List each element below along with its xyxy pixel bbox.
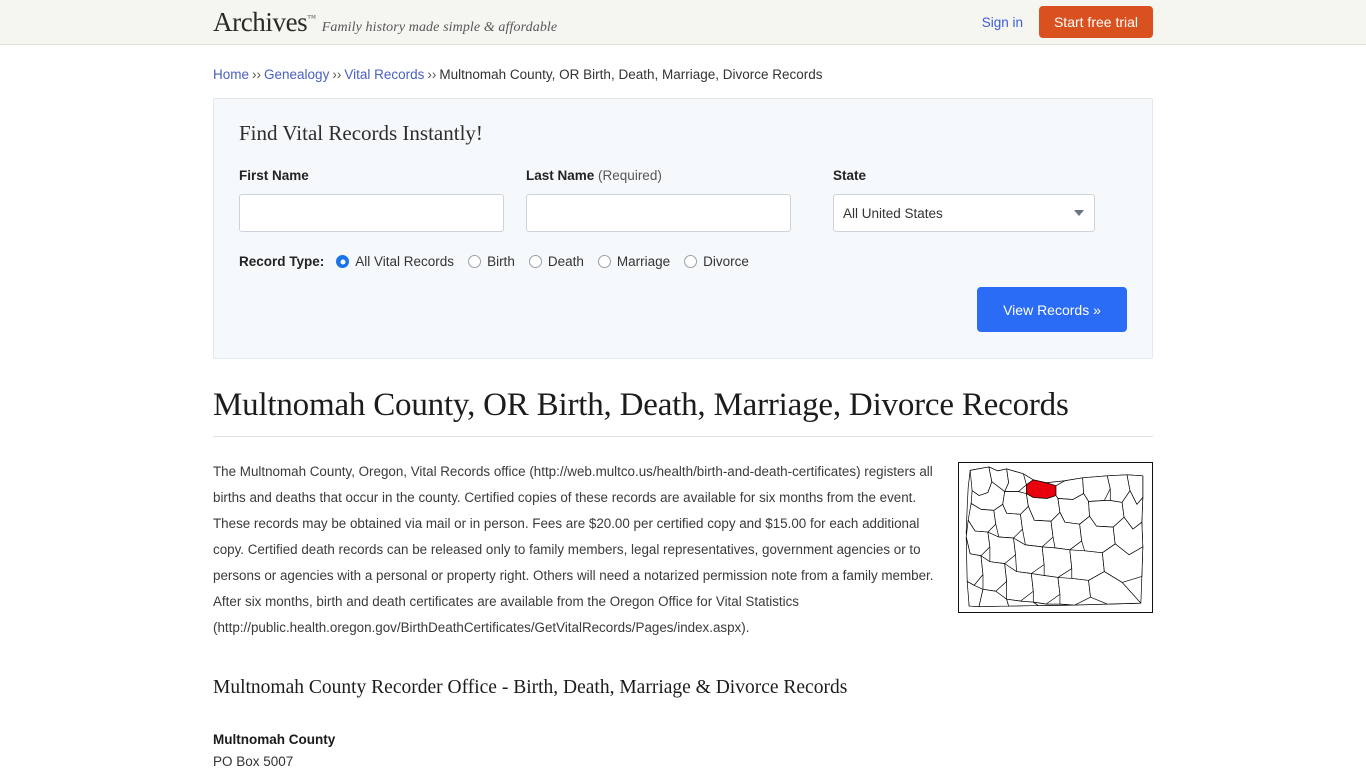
radio-label-all-vital-records: All Vital Records [355,254,455,269]
breadcrumb-separator: ›› [332,67,342,82]
page-container: Home ›› Genealogy ›› Vital Records ›› Multnoma… [213,45,1153,768]
state-select-wrapper: All United States [833,194,1095,232]
radio-icon-unchecked[interactable] [528,255,542,268]
state-field-group: State All United States [833,168,1095,232]
intro-section: The Multnomah County, Oregon, Vital Reco… [213,459,1153,641]
page-title: Multnomah County, OR Birth, Death, Marri… [213,387,1153,437]
last-name-field-group: Last Name (Required) [526,168,791,232]
site-header: Archives™ Family history made simple & a… [0,0,1366,45]
view-records-button[interactable]: View Records » [977,287,1127,332]
radio-label-death: Death [547,254,584,269]
last-name-input[interactable] [526,194,791,232]
brand-logo-group[interactable]: Archives™ Family history made simple & a… [213,6,558,37]
start-free-trial-button[interactable]: Start free trial [1038,6,1153,38]
brand-tagline: Family history made simple & affordable [321,19,558,35]
sign-in-link[interactable]: Sign in [982,15,1023,30]
radio-icon-unchecked[interactable] [684,255,698,268]
archives-logo[interactable]: Archives™ [213,6,316,37]
office-contact-block: Multnomah County PO Box 5007 Portland, O… [213,729,1153,768]
oregon-county-map [958,462,1153,613]
state-select[interactable]: All United States [833,194,1095,232]
last-name-label: Last Name (Required) [526,168,791,183]
office-name: Multnomah County [213,732,336,747]
header-actions: Sign in Start free trial [982,6,1153,38]
record-type-label: Record Type: [239,254,325,269]
radio-divorce[interactable]: Divorce [684,254,749,269]
breadcrumb-item-vital-records[interactable]: Vital Records [344,67,424,82]
office-heading: Multnomah County Recorder Office - Birth… [213,677,848,698]
search-fields-row: First Name Last Name (Required) State Al… [239,168,1127,232]
first-name-field-group: First Name [239,168,504,232]
archives-logo-text: Archives [213,6,308,37]
radio-birth[interactable]: Birth [468,254,515,269]
breadcrumb-item-current: Multnomah County, OR Birth, Death, Marri… [439,67,823,82]
breadcrumb-separator: ›› [252,67,262,82]
last-name-required-note: (Required) [598,168,662,183]
header-inner: Archives™ Family history made simple & a… [213,0,1153,44]
radio-all-vital-records[interactable]: All Vital Records [336,254,454,269]
radio-death[interactable]: Death [528,254,584,269]
search-panel-title: Find Vital Records Instantly! [239,121,483,145]
radio-label-birth: Birth [487,254,515,269]
radio-label-marriage: Marriage [616,254,671,269]
radio-icon-checked[interactable] [336,255,350,268]
vital-records-search-panel: Find Vital Records Instantly! First Name… [213,98,1153,359]
radio-icon-unchecked[interactable] [597,255,611,268]
radio-label-divorce: Divorce [703,254,749,269]
breadcrumb: Home ›› Genealogy ›› Vital Records ›› Multnoma… [213,59,1153,92]
state-label: State [833,168,867,183]
submit-row: View Records » [239,287,1127,332]
first-name-label: First Name [239,168,309,183]
last-name-label-text: Last Name [526,168,595,183]
office-address-line-1: PO Box 5007 [213,754,294,768]
breadcrumb-item-genealogy[interactable]: Genealogy [264,67,329,82]
breadcrumb-item-home[interactable]: Home [213,67,249,82]
radio-marriage[interactable]: Marriage [597,254,671,269]
radio-icon-unchecked[interactable] [468,255,482,268]
record-type-row: Record Type: All Vital Records Birth Dea… [239,254,1127,269]
breadcrumb-separator: ›› [427,67,437,82]
oregon-map-svg [965,466,1144,607]
trademark-symbol: ™ [307,12,316,23]
first-name-input[interactable] [239,194,504,232]
